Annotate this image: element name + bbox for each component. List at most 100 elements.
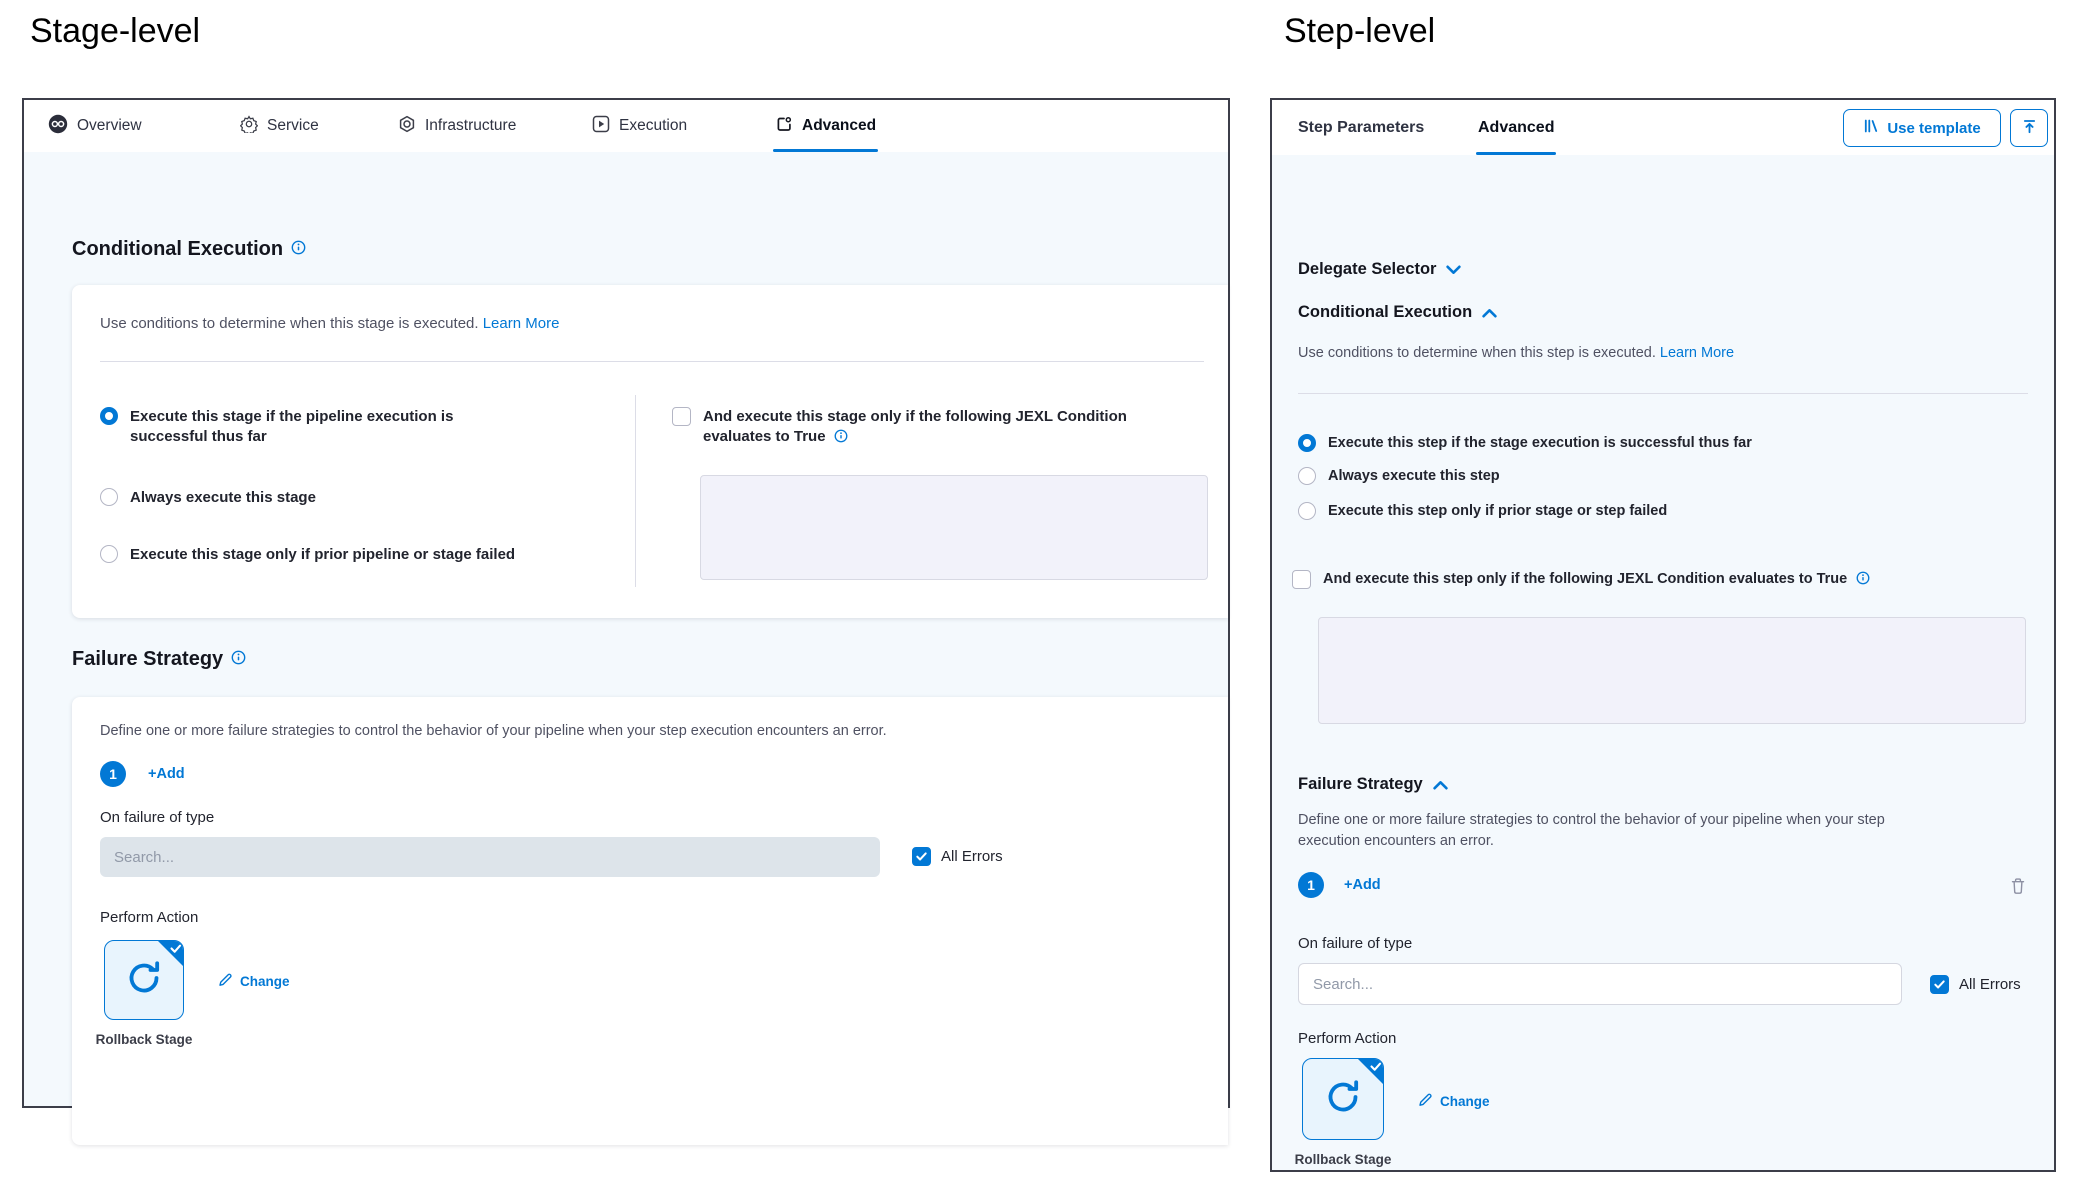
conditional-description: Use conditions to determine when this st…	[100, 315, 559, 332]
all-errors-checkbox-row[interactable]: All Errors	[912, 847, 1003, 866]
stage-tabbar: Overview Service Infrastructure Executio…	[24, 100, 1228, 153]
save-as-template-button[interactable]	[2010, 109, 2048, 147]
use-template-label: Use template	[1887, 120, 1980, 137]
jexl-condition-input[interactable]	[1318, 617, 2026, 724]
jexl-checkbox-row[interactable]: And execute this stage only if the follo…	[672, 407, 1152, 448]
radio-execute-if-failed[interactable]: Execute this stage only if prior pipelin…	[100, 545, 570, 565]
conditional-execution-heading[interactable]: Conditional Execution	[1298, 303, 1497, 322]
conditional-execution-card: Use conditions to determine when this st…	[72, 285, 1228, 618]
radio-always-execute[interactable]: Always execute this step	[1298, 467, 1998, 487]
conditional-description: Use conditions to determine when this st…	[1298, 343, 1734, 364]
radio-selected[interactable]	[100, 407, 118, 425]
change-action-link[interactable]: Change	[1418, 1092, 1490, 1110]
strategy-list-row: 1 +Add	[1298, 872, 1381, 898]
strategy-count-badge[interactable]: 1	[100, 761, 126, 787]
rollback-stage-label: Rollback Stage	[84, 1031, 204, 1049]
selected-check-corner	[1357, 1058, 1384, 1090]
gear-icon	[240, 115, 258, 138]
tab-advanced[interactable]: Advanced	[1478, 100, 1554, 155]
pencil-icon	[1418, 1092, 1433, 1110]
delegate-selector-heading[interactable]: Delegate Selector	[1298, 260, 1461, 279]
delete-strategy-icon[interactable]	[2010, 877, 2026, 900]
tab-service[interactable]: Service	[240, 100, 319, 152]
conditional-execution-heading: Conditional Execution	[72, 238, 306, 261]
radio-selected[interactable]	[1298, 434, 1316, 452]
perform-action-label: Perform Action	[1298, 1030, 1396, 1047]
chevron-down-icon	[1446, 265, 1461, 275]
radio-label: Execute this step only if prior stage or…	[1328, 502, 1667, 522]
tab-label: Step Parameters	[1298, 119, 1424, 137]
failure-strategy-heading[interactable]: Failure Strategy	[1298, 775, 1448, 794]
rollback-stage-label: Rollback Stage	[1283, 1151, 1403, 1169]
all-errors-checkbox[interactable]	[912, 847, 931, 866]
tab-label: Advanced	[1478, 119, 1554, 137]
jexl-checkbox[interactable]	[672, 407, 691, 426]
tab-execution[interactable]: Execution	[592, 100, 687, 152]
step-panel: Step Parameters Advanced Use template De…	[1270, 98, 2056, 1172]
perform-action-label: Perform Action	[100, 909, 198, 926]
add-strategy-button[interactable]: +Add	[1344, 877, 1381, 893]
all-errors-label: All Errors	[1959, 976, 2021, 993]
radio-label: Always execute this step	[1328, 467, 1500, 487]
jexl-label-text: And execute this step only if the follow…	[1323, 571, 1847, 587]
pencil-icon	[218, 972, 233, 990]
tab-infrastructure[interactable]: Infrastructure	[398, 100, 516, 152]
info-icon[interactable]	[834, 429, 848, 443]
tab-label: Execution	[619, 117, 687, 135]
rollback-stage-tile[interactable]	[104, 940, 184, 1020]
info-icon[interactable]	[231, 648, 246, 671]
change-label: Change	[240, 974, 290, 989]
change-action-link[interactable]: Change	[218, 972, 290, 990]
add-strategy-button[interactable]: +Add	[148, 766, 185, 782]
page: Stage-level Overview Service Infrastruct…	[0, 0, 2087, 1189]
jexl-checkbox-row[interactable]: And execute this step only if the follow…	[1292, 570, 2032, 590]
stage-level-title: Stage-level	[30, 12, 200, 51]
tab-overview[interactable]: Overview	[48, 100, 142, 152]
selected-check-corner	[157, 940, 184, 972]
all-errors-label: All Errors	[941, 848, 1003, 865]
use-template-button[interactable]: Use template	[1843, 109, 2001, 147]
info-icon[interactable]	[291, 238, 306, 261]
column-divider	[635, 395, 636, 587]
heading-text: Delegate Selector	[1298, 260, 1436, 279]
divider	[100, 361, 1204, 362]
radio-unselected[interactable]	[1298, 467, 1316, 485]
all-errors-checkbox[interactable]	[1930, 975, 1949, 994]
tab-label: Advanced	[802, 117, 876, 135]
strategy-count-badge[interactable]: 1	[1298, 872, 1324, 898]
failure-strategy-card: Define one or more failure strategies to…	[72, 697, 1228, 1145]
radio-execute-if-successful[interactable]: Execute this stage if the pipeline execu…	[100, 407, 480, 448]
chevron-up-icon	[1433, 780, 1448, 790]
radio-unselected[interactable]	[1298, 502, 1316, 520]
all-errors-checkbox-row[interactable]: All Errors	[1930, 975, 2021, 994]
radio-label: Execute this stage only if prior pipelin…	[130, 545, 515, 565]
radio-unselected[interactable]	[100, 488, 118, 506]
failure-type-search-input[interactable]	[100, 837, 880, 877]
learn-more-link[interactable]: Learn More	[483, 315, 560, 332]
info-icon[interactable]	[1856, 571, 1870, 585]
tab-advanced[interactable]: Advanced	[775, 100, 876, 152]
radio-execute-if-successful[interactable]: Execute this step if the stage execution…	[1298, 434, 1998, 454]
heading-text: Conditional Execution	[72, 238, 283, 261]
radio-unselected[interactable]	[100, 545, 118, 563]
rollback-stage-tile[interactable]	[1302, 1058, 1384, 1140]
hexagon-icon	[398, 115, 416, 138]
radio-execute-if-failed[interactable]: Execute this step only if prior stage or…	[1298, 502, 1998, 522]
radio-label: Execute this step if the stage execution…	[1328, 434, 1752, 454]
jexl-label-text: And execute this stage only if the follo…	[703, 408, 1127, 445]
template-library-icon	[1863, 118, 1879, 138]
failure-strategy-heading: Failure Strategy	[72, 648, 246, 671]
description-text: Use conditions to determine when this st…	[1298, 345, 1656, 361]
step-level-title: Step-level	[1284, 12, 1435, 51]
heading-text: Failure Strategy	[72, 648, 223, 671]
jexl-checkbox[interactable]	[1292, 570, 1311, 589]
strategy-list-row: 1 +Add	[100, 761, 185, 787]
failure-type-search-input[interactable]	[1298, 963, 1902, 1005]
upload-arrow-icon	[2021, 118, 2038, 139]
learn-more-link[interactable]: Learn More	[1660, 345, 1734, 361]
radio-always-execute[interactable]: Always execute this stage	[100, 488, 520, 508]
advanced-icon	[775, 115, 793, 138]
tab-step-parameters[interactable]: Step Parameters	[1298, 100, 1424, 155]
divider	[1298, 393, 2028, 394]
jexl-condition-input[interactable]	[700, 475, 1208, 580]
